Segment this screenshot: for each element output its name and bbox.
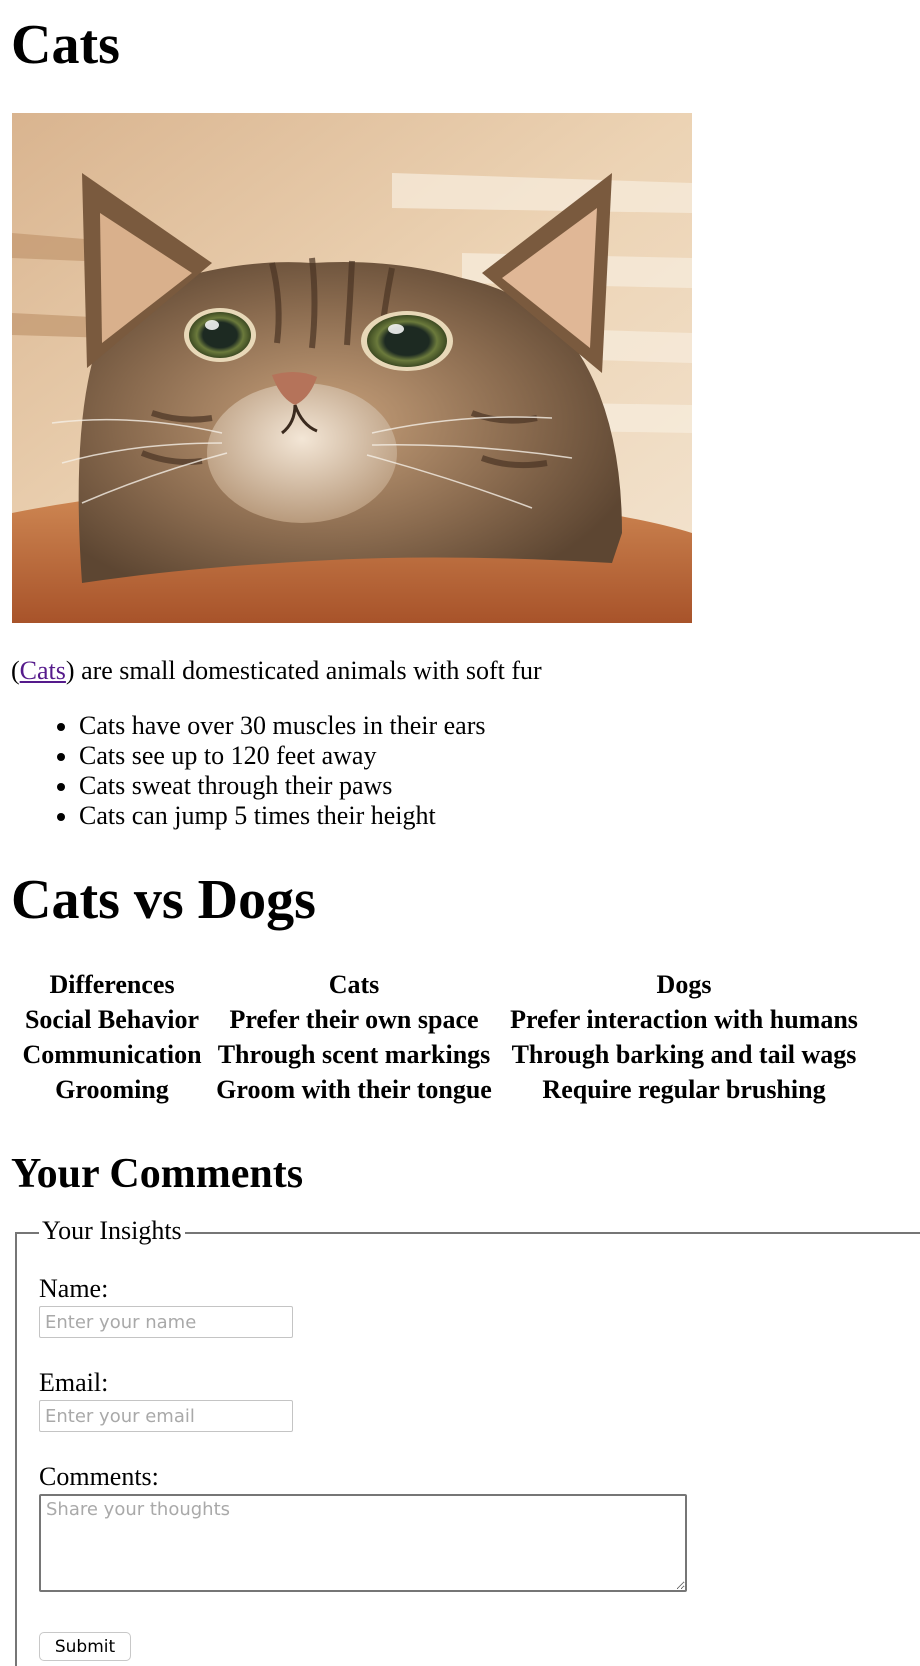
table-header-cell: Differences — [49, 970, 175, 999]
insights-fieldset: Your Insights Name: Email: Comments: Sub… — [15, 1216, 920, 1666]
comments-section-title: Your Comments — [11, 1151, 304, 1197]
table-cell: Require regular brushing — [542, 1075, 826, 1104]
table-cell: Communication — [22, 1040, 202, 1069]
cat-facts-list: Cats have over 30 muscles in their ears … — [11, 711, 486, 831]
intro-paragraph: (Cats) are small domesticated animals wi… — [11, 656, 542, 686]
table-row: Communication Through scent markings Thr… — [17, 1038, 867, 1071]
table-header-cell: Dogs — [656, 970, 712, 999]
table-header-cell: Cats — [328, 970, 380, 999]
section-title-cats-vs-dogs: Cats vs Dogs — [11, 869, 316, 931]
table-cell: Prefer their own space — [229, 1005, 479, 1034]
hero-image — [12, 113, 692, 623]
submit-button[interactable]: Submit — [39, 1632, 131, 1661]
table-row: Grooming Groom with their tongue Require… — [17, 1073, 867, 1106]
email-input[interactable] — [39, 1400, 293, 1432]
table-header-row: Differences Cats Dogs — [17, 968, 867, 1001]
name-label: Name: — [39, 1274, 109, 1303]
intro-open-paren: ( — [11, 656, 20, 685]
cats-link[interactable]: Cats — [20, 656, 66, 685]
table-cell: Grooming — [55, 1075, 169, 1104]
list-item: Cats sweat through their paws — [79, 771, 486, 801]
table-cell: Through scent markings — [217, 1040, 491, 1069]
email-label: Email: — [39, 1368, 109, 1397]
list-item: Cats have over 30 muscles in their ears — [79, 711, 486, 741]
table-cell: Groom with their tongue — [216, 1075, 492, 1104]
intro-text: ) are small domesticated animals with so… — [65, 656, 542, 685]
comments-label: Comments: — [39, 1462, 159, 1491]
table-row: Social Behavior Prefer their own space P… — [17, 1003, 867, 1036]
comparison-table: Differences Cats Dogs Social Behavior Pr… — [13, 966, 871, 1108]
table-cell: Prefer interaction with humans — [510, 1005, 858, 1034]
cat-photo — [12, 113, 692, 623]
page-title: Cats — [11, 14, 120, 76]
table-cell: Through barking and tail wags — [511, 1040, 857, 1069]
table-cell: Social Behavior — [24, 1005, 200, 1034]
list-item: Cats see up to 120 feet away — [79, 741, 486, 771]
comments-textarea[interactable] — [39, 1494, 687, 1592]
fieldset-legend: Your Insights — [39, 1216, 185, 1246]
name-input[interactable] — [39, 1306, 293, 1338]
list-item: Cats can jump 5 times their height — [79, 801, 486, 831]
